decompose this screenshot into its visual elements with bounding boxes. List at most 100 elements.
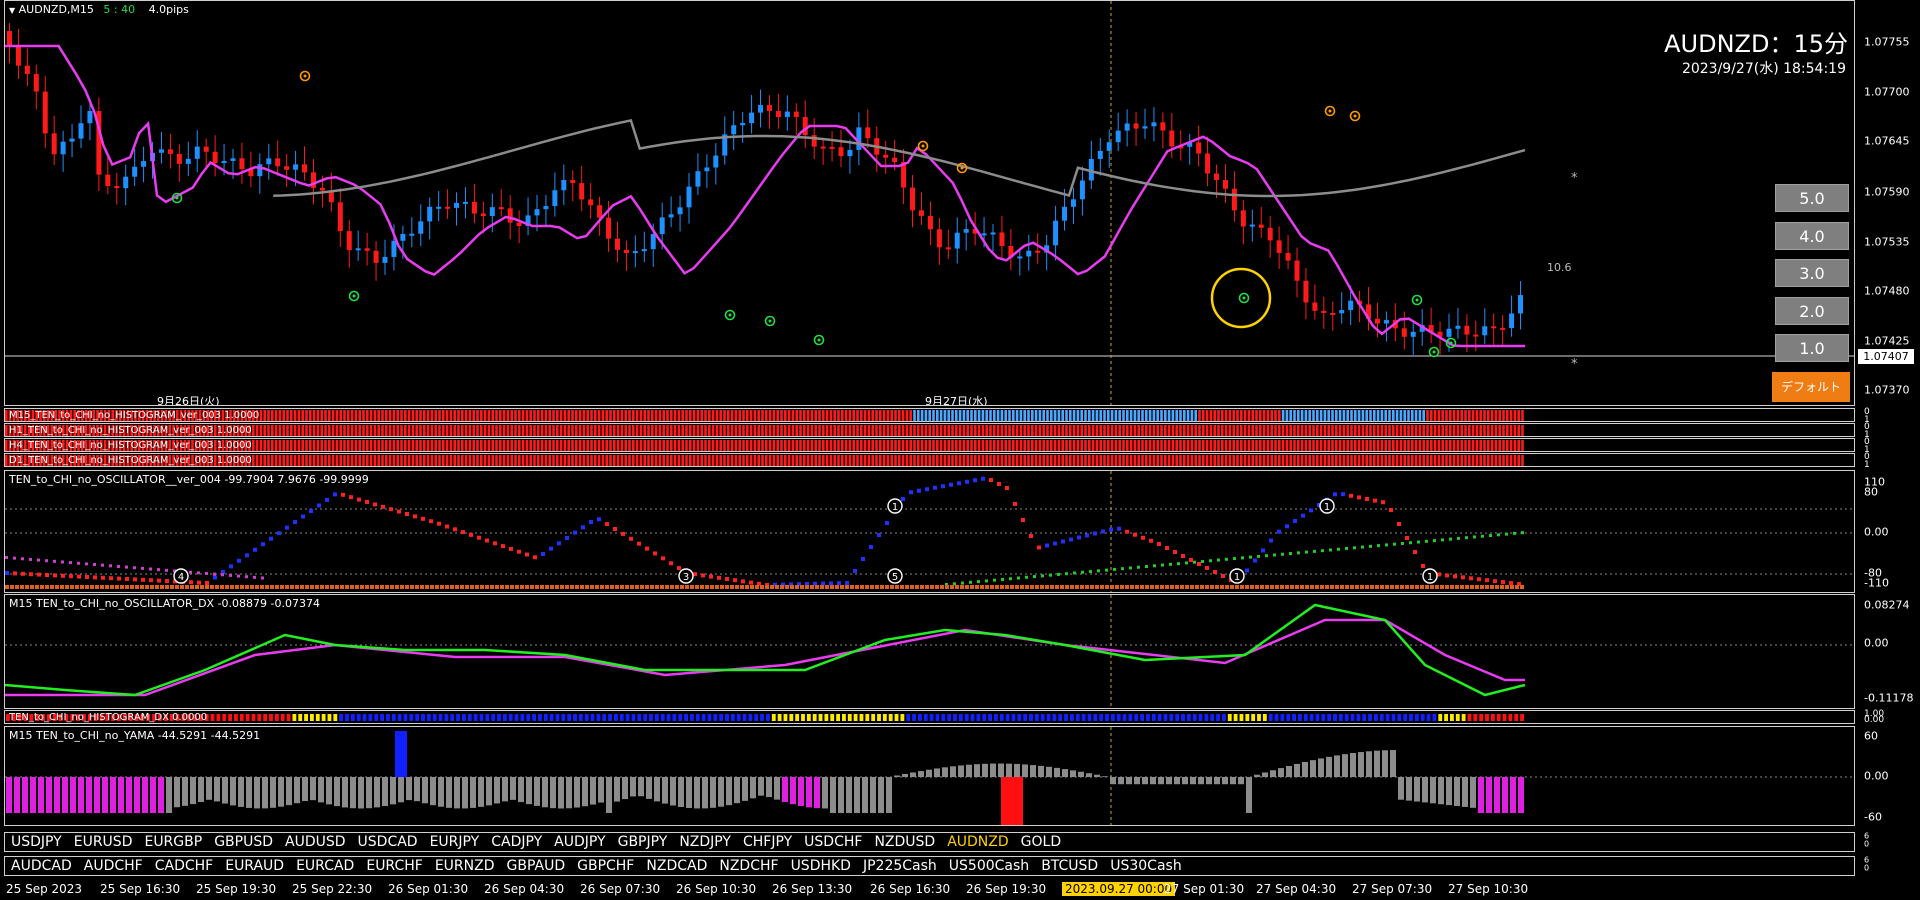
symbol-button-eurnzd[interactable]: EURNZD [435, 857, 495, 875]
osc-base-dot [1250, 585, 1254, 589]
default-button[interactable]: デフォルト [1772, 372, 1850, 402]
symbol-button-cadchf[interactable]: CADCHF [155, 857, 214, 875]
histogram-bar [806, 440, 810, 451]
time-axis-label: 26 Sep 01:30 [388, 882, 469, 896]
scale-button-3[interactable]: 3.0 [1775, 259, 1849, 287]
histogram-bar [552, 425, 555, 436]
symbol-button-gbpjpy[interactable]: GBPJPY [618, 833, 668, 851]
osc-base-dot [415, 585, 419, 589]
scale-button-4[interactable]: 4.0 [1775, 222, 1849, 250]
histogram-bar [780, 410, 783, 421]
yama-scale-label: 60 [1864, 729, 1878, 743]
symbol-button-us30cash[interactable]: US30Cash [1110, 857, 1181, 875]
histogram-dx-bar [1292, 714, 1296, 721]
histogram-bar [1031, 425, 1034, 436]
histogram-dx-panel[interactable]: TEN_to_CHI_no_HISTOGRAM_DX 0.0000 [4, 710, 1855, 724]
symbol-button-eurgbp[interactable]: EURGBP [144, 833, 202, 851]
osc-scale-label: 0.00 [1864, 525, 1889, 539]
symbol-button-usdjpy[interactable]: USDJPY [11, 833, 62, 851]
histogram-panel-h4[interactable]: H4_TEN_to_CHI_no_HISTOGRAM_ver_003 1.000… [4, 438, 1855, 452]
osc-green-dot [1009, 577, 1012, 581]
osc-base-dot [750, 585, 754, 589]
histogram-dx-bar [456, 714, 460, 721]
osc-dot [1341, 492, 1345, 497]
symbol-button-audjpy[interactable]: AUDJPY [554, 833, 605, 851]
osc-dot [357, 497, 361, 502]
symbol-button-gbpusd[interactable]: GBPUSD [214, 833, 273, 851]
osc-base-dot [545, 585, 549, 589]
oscillator-dx-panel[interactable]: M15 TEN_to_CHI_no_OSCILLATOR_DX -0.08879… [4, 594, 1855, 709]
osc-base-dot [820, 585, 824, 589]
histogram-bar [852, 455, 855, 466]
symbol-button-nzdchf[interactable]: NZDCHF [719, 857, 778, 875]
histogram-bar [259, 410, 263, 421]
histogram-bar [1513, 455, 1517, 466]
histogram-bar [898, 425, 901, 436]
oscillator-panel[interactable]: TEN_to_CHI_no_OSCILLATOR__ver_004 -99.79… [4, 470, 1855, 593]
symbol-button-us500cash[interactable]: US500Cash [949, 857, 1029, 875]
histogram-bar [1118, 455, 1121, 466]
symbol-button-audcad[interactable]: AUDCAD [11, 857, 72, 875]
histogram-bar [1392, 440, 1395, 451]
symbol-button-usdchf[interactable]: USDCHF [804, 833, 862, 851]
symbol-button-eurchf[interactable]: EURCHF [366, 857, 422, 875]
osc-base-dot [1005, 585, 1009, 589]
histogram-bar [1259, 440, 1262, 451]
osc-base-dot [515, 585, 519, 589]
symbol-button-usdcad[interactable]: USDCAD [358, 833, 418, 851]
histogram-bar [670, 440, 673, 451]
symbol-button-nzdcad[interactable]: NZDCAD [646, 857, 707, 875]
symbol-button-btcusd[interactable]: BTCUSD [1041, 857, 1098, 875]
symbol-button-chfjpy[interactable]: CHFJPY [743, 833, 792, 851]
osc-green-dot [1377, 544, 1380, 548]
symbol-button-usdhkd[interactable]: USDHKD [791, 857, 851, 875]
histogram-panel-m15[interactable]: M15_TEN_to_CHI_no_HISTOGRAM_ver_003 1.00… [4, 408, 1855, 422]
histogram-bar [1338, 455, 1342, 466]
symbol-button-cadjpy[interactable]: CADJPY [491, 833, 542, 851]
scale-button-1[interactable]: 1.0 [1775, 334, 1849, 362]
histogram-panel-d1[interactable]: D1_TEN_to_CHI_no_HISTOGRAM_ver_003 1.000… [4, 453, 1855, 467]
histogram-bar [871, 425, 874, 436]
histogram-bar [282, 455, 285, 466]
histogram-bar [1046, 440, 1049, 451]
symbol-button-audchf[interactable]: AUDCHF [84, 857, 143, 875]
dropdown-triangle-icon[interactable]: ▼ [9, 6, 15, 15]
histogram-dx-bar [1403, 714, 1408, 721]
symbol-button-nzdusd[interactable]: NZDUSD [874, 833, 935, 851]
scale-button-5[interactable]: 5.0 [1775, 184, 1849, 212]
histogram-dx-bar [1099, 714, 1104, 721]
histogram-bar [426, 440, 430, 451]
yama-panel[interactable]: M15 TEN_to_CHI_no_YAMA -44.5291 -44.5291 [4, 726, 1855, 826]
time-axis-label: 2023.09.27 00:00 [1062, 882, 1176, 896]
histogram-bar [1449, 425, 1452, 436]
histogram-bar [939, 455, 943, 466]
candle-body [713, 155, 719, 168]
osc-trail-dot [229, 573, 232, 577]
scale-button-2[interactable]: 2.0 [1775, 297, 1849, 325]
histogram-bar [514, 410, 517, 421]
symbol-button-gbpaud[interactable]: GBPAUD [507, 857, 566, 875]
histogram-bar [677, 455, 681, 466]
symbol-button-nzdjpy[interactable]: NZDJPY [679, 833, 731, 851]
symbol-button-audnzd[interactable]: AUDNZD [947, 833, 1008, 851]
symbol-button-euraud[interactable]: EURAUD [225, 857, 284, 875]
histogram-bar [392, 425, 396, 436]
histogram-panel-h1[interactable]: H1_TEN_to_CHI_no_HISTOGRAM_ver_003 1.000… [4, 423, 1855, 437]
symbol-strip-1: USDJPY EURUSD EURGBP GBPUSD AUDUSD USDCAD EURJ… [4, 832, 1855, 852]
histogram-dx-bar [432, 714, 437, 721]
histogram-bar [1129, 440, 1133, 451]
histogram-bar [920, 410, 924, 421]
symbol-button-eurcad[interactable]: EURCAD [296, 857, 354, 875]
histogram-bar [1278, 410, 1281, 421]
histogram-bar [1460, 410, 1463, 421]
symbol-button-audusd[interactable]: AUDUSD [285, 833, 346, 851]
histogram-dx-bar [555, 714, 560, 721]
osc-green-dot [1497, 533, 1500, 537]
price-chart-panel[interactable]: ▼ AUDNZD,M15 5 : 40 4.0pips 9月26日(火) 9月2… [4, 0, 1855, 406]
symbol-button-gbpchf[interactable]: GBPCHF [577, 857, 634, 875]
symbol-button-eurusd[interactable]: EURUSD [74, 833, 133, 851]
symbol-button-eurjpy[interactable]: EURJPY [430, 833, 480, 851]
candle-body [1169, 130, 1175, 147]
symbol-button-gold[interactable]: GOLD [1021, 833, 1061, 851]
symbol-button-jp225cash[interactable]: JP225Cash [863, 857, 937, 875]
